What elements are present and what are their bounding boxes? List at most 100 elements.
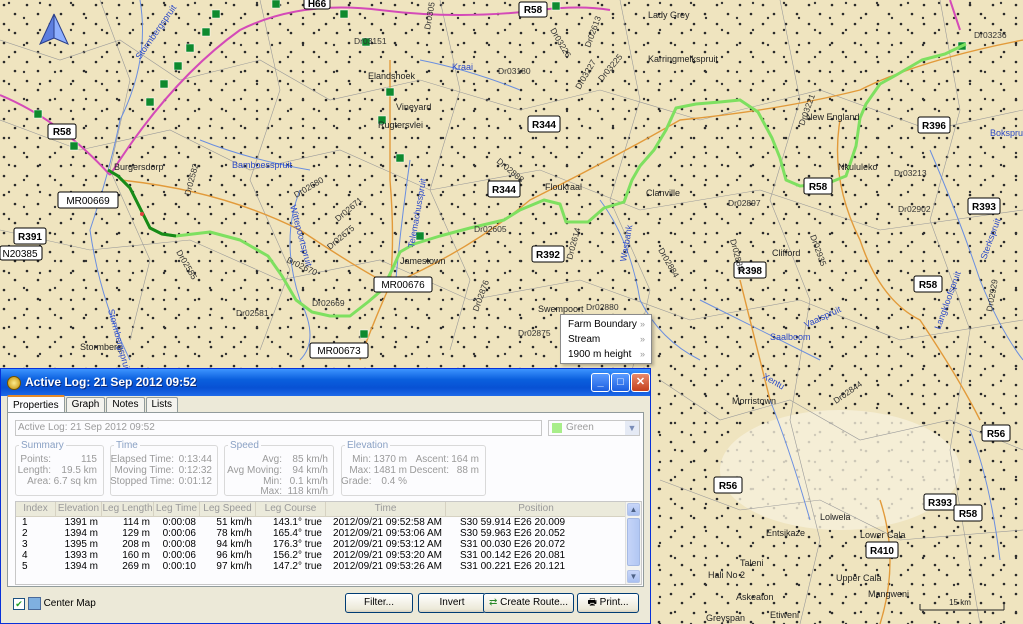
farm-label: Dr03151 <box>354 36 387 46</box>
river-label: Bokspruit <box>990 128 1023 138</box>
town-label: Karringmelkspruit <box>648 54 719 64</box>
center-map-checkbox[interactable]: ✔ Center Map <box>13 597 96 610</box>
farm-label: Dr02605 <box>474 224 507 234</box>
popup-item[interactable]: Farm Boundary» <box>561 317 651 332</box>
table-cell: 51 km/h <box>216 517 252 528</box>
table-cell: 114 m <box>122 517 150 528</box>
invert-button[interactable]: Invert <box>418 593 486 613</box>
road-label: R410 <box>870 546 894 557</box>
route-icon: ⇄ <box>489 597 501 608</box>
table-cell: 143.1° true <box>272 517 322 528</box>
properties-panel: Active Log: 21 Sep 2012 09:52 Green ▼ Su… <box>7 412 644 587</box>
table-cell: 1394 m <box>64 561 98 572</box>
tab-lists[interactable]: Lists <box>145 397 179 412</box>
table-cell: 78 km/h <box>216 528 252 539</box>
tab-bar: Properties Graph Notes Lists <box>7 395 179 413</box>
table-row[interactable]: 2 1394 m 129 m 0:00:06 78 km/h 165.4° true 201… <box>16 529 627 539</box>
elevation-max: Max: 1481 m <box>349 465 407 476</box>
maximize-button[interactable]: □ <box>611 373 630 392</box>
table-scrollbar[interactable]: ▲ ▼ <box>625 502 641 584</box>
chevron-down-icon[interactable]: ▼ <box>625 421 639 435</box>
north-arrow-icon[interactable] <box>36 12 72 48</box>
app-icon <box>7 376 21 390</box>
road-label: N20385 <box>2 249 37 260</box>
farm-label: Dr02880 <box>586 302 619 312</box>
road-label: R56 <box>719 481 738 492</box>
minimize-button[interactable]: _ <box>591 373 610 392</box>
road-label: R391 <box>18 232 42 243</box>
scroll-down-icon[interactable]: ▼ <box>627 570 640 583</box>
trackpoints-table[interactable]: Index Elevation Leg Length Leg Time Leg Spee… <box>15 501 642 585</box>
road-label: R58 <box>53 127 72 138</box>
map-icon <box>27 597 41 610</box>
table-header: Index Elevation Leg Length Leg Time Leg Spee… <box>16 502 627 517</box>
elevation-descent: Descent: 88 m <box>409 465 479 476</box>
track-name-field[interactable]: Active Log: 21 Sep 2012 09:52 <box>15 420 542 436</box>
road-label: R392 <box>536 250 560 261</box>
table-cell: S30 59.963 E26 20.052 <box>460 528 566 539</box>
elevation-legend: Elevation <box>347 440 389 451</box>
town-label: Clanville <box>646 188 680 198</box>
checkbox-checked-icon[interactable]: ✔ <box>13 597 25 610</box>
popup-item[interactable]: 1900 m height » <box>561 347 651 362</box>
table-row[interactable]: 1 1391 m 114 m 0:00:08 51 km/h 143.1° true 201… <box>16 518 627 528</box>
table-row[interactable]: 3 1395 m 208 m 0:00:08 94 km/h 176.3° true 201… <box>16 540 627 550</box>
column-header[interactable]: Position <box>446 502 627 516</box>
popup-item[interactable]: Stream » <box>561 332 651 347</box>
column-header[interactable]: Index <box>16 502 56 516</box>
color-select-value: Green <box>566 422 594 433</box>
town-label: Clifford <box>772 248 800 258</box>
center-map-label: Center Map <box>43 598 96 610</box>
column-header[interactable]: Leg Speed <box>200 502 256 516</box>
road-label: R344 <box>492 185 516 196</box>
table-cell: 1394 m <box>64 528 98 539</box>
table-cell: 0:00:08 <box>162 539 196 550</box>
summary-area: Area: 6.7 sq km <box>27 476 97 487</box>
table-cell: 1393 m <box>64 550 98 561</box>
table-cell: 2012/09/21 09:53:06 AM <box>333 528 442 539</box>
town-label: Etiweni <box>770 610 799 620</box>
speed-legend: Speed <box>230 440 259 451</box>
town-label: Morristown <box>732 396 776 406</box>
close-button[interactable]: ✕ <box>631 373 650 392</box>
town-label: Mangweni <box>868 589 909 599</box>
scroll-thumb[interactable] <box>627 518 640 566</box>
river-label: Saalboom <box>770 332 811 342</box>
window-titlebar[interactable]: Active Log: 21 Sep 2012 09:52 _ □ ✕ <box>1 369 650 396</box>
table-cell: 160 m <box>122 550 150 561</box>
print-button[interactable]: 🖶 Print... <box>577 593 639 613</box>
tab-graph[interactable]: Graph <box>65 397 106 412</box>
column-header[interactable]: Elevation <box>56 502 102 516</box>
table-cell: 176.3° true <box>272 539 322 550</box>
chevron-right-icon: » <box>639 319 645 329</box>
create-route-button[interactable]: ⇄ Create Route... <box>483 593 574 613</box>
table-cell: 269 m <box>122 561 150 572</box>
town-label: Lolwela <box>820 512 851 522</box>
column-header[interactable]: Leg Length <box>102 502 154 516</box>
table-cell: 0:00:10 <box>162 561 196 572</box>
tab-properties[interactable]: Properties <box>7 395 65 413</box>
speed-avg: Avg: 85 km/h <box>262 454 328 465</box>
table-cell: 1 <box>22 517 28 528</box>
window-footer: ✔ Center Map Filter... Invert ⇄ Create R… <box>7 591 644 617</box>
column-header[interactable]: Time <box>326 502 446 516</box>
river-label: Kraai <box>452 62 473 72</box>
town-label: Lady Grey <box>648 10 690 20</box>
elevation-grade: Grade: 0.4 % <box>341 476 407 487</box>
scroll-up-icon[interactable]: ▲ <box>627 503 640 516</box>
column-header[interactable]: Leg Course <box>256 502 326 516</box>
tab-notes[interactable]: Notes <box>106 397 145 412</box>
table-row[interactable]: 5 1394 m 269 m 0:00:10 97 km/h 147.2° true 201… <box>16 562 627 572</box>
track-color-select[interactable]: Green ▼ <box>548 420 640 436</box>
table-row[interactable]: 4 1393 m 160 m 0:00:06 96 km/h 156.2° true 201… <box>16 551 627 561</box>
column-header[interactable]: Leg Time <box>154 502 200 516</box>
table-cell: 208 m <box>122 539 150 550</box>
window-title: Active Log: 21 Sep 2012 09:52 <box>25 375 197 389</box>
maximize-icon: □ <box>617 376 624 388</box>
farm-label: Dr02897 <box>728 198 761 208</box>
create-route-label: Create Route... <box>500 597 568 608</box>
town-label: Elandshoek <box>368 71 416 81</box>
print-label: Print... <box>599 597 629 608</box>
filter-button[interactable]: Filter... <box>345 593 413 613</box>
map-feature-popup: Farm Boundary» Stream» 1900 m height» <box>560 314 652 364</box>
